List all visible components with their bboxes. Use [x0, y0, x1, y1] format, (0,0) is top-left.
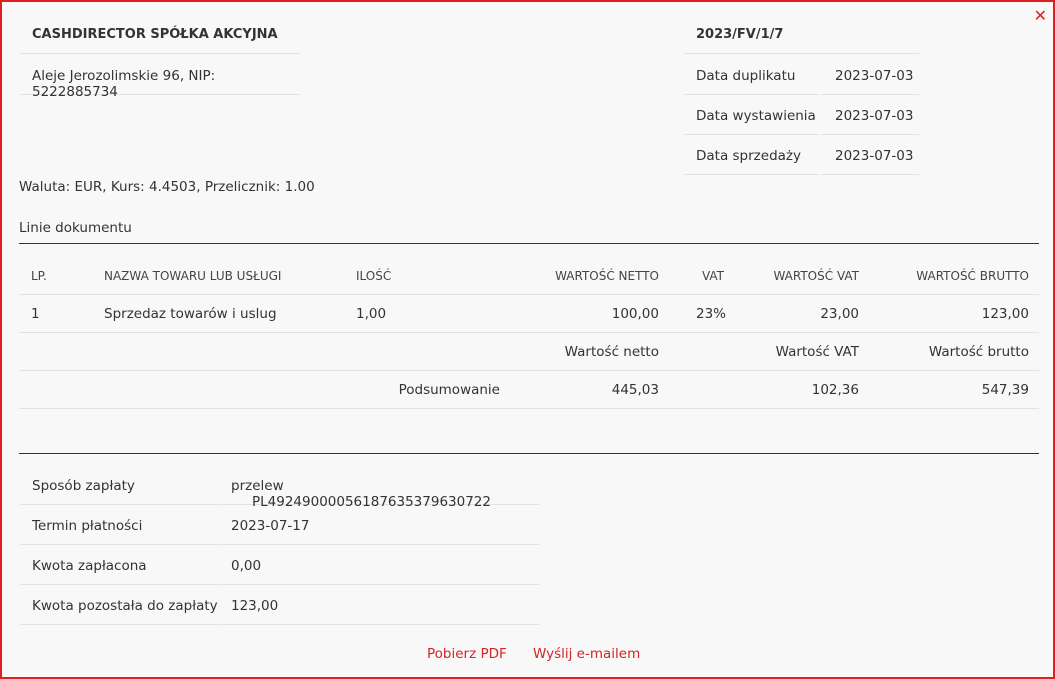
seller-address: Aleje Jerozolimskie 96, NIP: 5222885734 — [20, 55, 300, 100]
col-header-qty: ILOŚĆ — [356, 269, 392, 283]
divider — [19, 332, 1039, 333]
cell-qty: 1,00 — [356, 306, 387, 322]
payment-label: Kwota zapłacona — [20, 545, 220, 585]
date-label: Data sprzedaży — [684, 135, 819, 175]
date-label: Data duplikatu — [684, 55, 819, 95]
col-header-vat: VAT — [701, 269, 724, 283]
date-value: 2023-07-03 — [821, 95, 919, 135]
download-pdf-link[interactable]: Pobierz PDF — [427, 646, 507, 662]
cell-gross: 123,00 — [981, 306, 1029, 322]
col-header-vat-value: WARTOŚĆ VAT — [773, 269, 859, 283]
invoice-modal: ✕ CASHDIRECTOR SPÓŁKA AKCYJNA Aleje Jero… — [0, 0, 1055, 679]
date-label: Data wystawienia — [684, 95, 819, 135]
cell-name: Sprzedaz towarów i uslug — [104, 306, 277, 322]
divider — [19, 243, 1039, 244]
currency-info: Waluta: EUR, Kurs: 4.4503, Przelicznik: … — [19, 179, 315, 195]
divider — [19, 408, 1039, 409]
summary-header-vat-value: Wartość VAT — [775, 344, 859, 360]
date-value: 2023-07-03 — [821, 135, 919, 175]
summary-vat-value: 102,36 — [811, 382, 859, 398]
cell-net: 100,00 — [611, 306, 659, 322]
payment-due-date: 2023-07-17 — [221, 505, 539, 545]
col-header-gross: WARTOŚĆ BRUTTO — [916, 269, 1029, 283]
cell-lp: 1 — [31, 306, 40, 322]
col-header-net: WARTOŚĆ NETTO — [555, 269, 659, 283]
divider — [19, 294, 1039, 295]
summary-net: 445,03 — [611, 382, 659, 398]
payment-label: Termin płatności — [20, 505, 220, 545]
payment-value: przelew PL49249000056187635379630722 — [221, 465, 539, 510]
summary-gross: 547,39 — [981, 382, 1029, 398]
cell-vat: 23% — [696, 306, 727, 322]
summary-header-net: Wartość netto — [564, 344, 659, 360]
divider — [19, 370, 1039, 371]
payment-method: przelew — [231, 478, 284, 494]
date-value: 2023-07-03 — [821, 55, 919, 95]
amount-remaining: 123,00 — [221, 585, 539, 625]
document-number: 2023/FV/1/7 — [684, 14, 919, 54]
payment-label: Sposób zapłaty — [20, 465, 220, 505]
col-header-name: NAZWA TOWARU LUB USŁUGI — [104, 269, 282, 283]
summary-label: Podsumowanie — [398, 382, 500, 398]
summary-header-gross: Wartość brutto — [928, 344, 1029, 360]
close-icon[interactable]: ✕ — [1034, 8, 1047, 24]
seller-name: CASHDIRECTOR SPÓŁKA AKCYJNA — [20, 14, 300, 54]
col-header-lp: LP. — [31, 269, 47, 283]
divider — [19, 453, 1039, 454]
section-title: Linie dokumentu — [19, 220, 132, 236]
send-email-link[interactable]: Wyślij e-mailem — [533, 646, 640, 662]
payment-label: Kwota pozostała do zapłaty — [20, 585, 220, 625]
amount-paid: 0,00 — [221, 545, 539, 585]
cell-vat-value: 23,00 — [820, 306, 859, 322]
